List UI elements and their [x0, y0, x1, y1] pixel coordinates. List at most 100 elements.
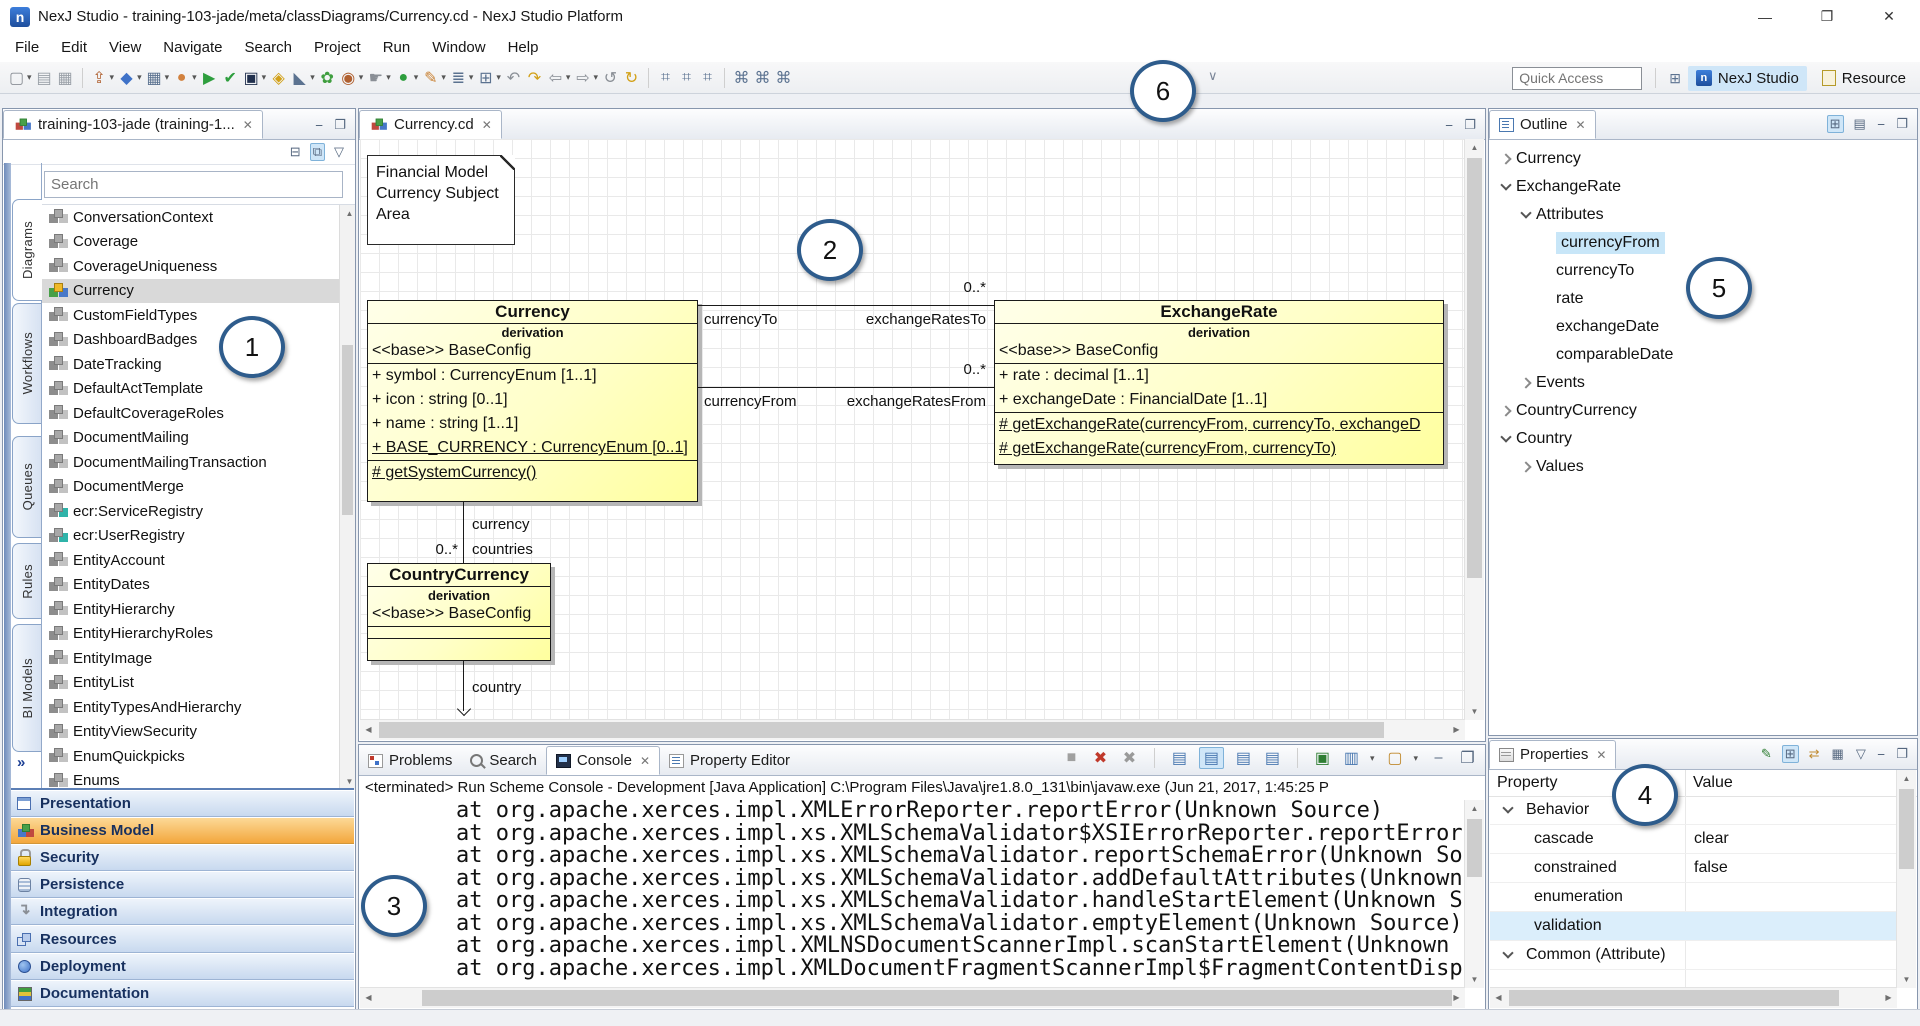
query-icon[interactable]: ● [394, 69, 413, 87]
console-tab-console[interactable]: Console✕ [546, 746, 660, 775]
editor-vertical-scrollbar[interactable]: ▲ ▼ [1464, 139, 1484, 720]
console-vertical-scrollbar[interactable]: ▲ ▼ [1464, 800, 1484, 988]
layout-c-icon[interactable]: ⌗ [698, 69, 717, 87]
scroll-left-icon[interactable]: ◀ [1490, 988, 1507, 1008]
value-column-header[interactable]: Value [1685, 774, 1733, 792]
align-b-icon[interactable]: ⌘ [753, 68, 772, 88]
console-horizontal-scrollbar[interactable]: ◀ ▶ [360, 987, 1465, 1008]
uml-attribute[interactable]: + rate : decimal [1..1] [995, 364, 1443, 388]
outline-item-attributes[interactable]: Attributes [1490, 201, 1916, 229]
wand-icon[interactable]: ◣ [290, 68, 309, 88]
package-icon[interactable]: ◉ [339, 68, 358, 88]
list-item-defaultacttemplate[interactable]: DefaultActTemplate [42, 377, 355, 402]
user-tools-dropdown-icon[interactable]: ▾ [192, 72, 197, 83]
clear-console-icon[interactable]: ▤ [1170, 748, 1189, 768]
menu-run[interactable]: Run [372, 39, 422, 56]
scroll-down-icon[interactable]: ▼ [1465, 703, 1484, 720]
close-icon[interactable]: ✕ [1576, 118, 1586, 132]
scroll-down-icon[interactable]: ▼ [1897, 971, 1916, 988]
redo-edit-icon[interactable]: ↻ [622, 68, 641, 88]
outline-tab[interactable]: Outline ✕ [1489, 110, 1596, 139]
association-line[interactable] [463, 502, 464, 563]
list-item-documentmailingtransaction[interactable]: DocumentMailingTransaction [42, 450, 355, 475]
property-row-validation[interactable]: validation [1490, 912, 1897, 941]
undo-edit-icon[interactable]: ↺ [601, 68, 620, 88]
layer-business-model[interactable]: Business Model [11, 817, 354, 844]
scroll-right-icon[interactable]: ▶ [1448, 988, 1465, 1008]
upload-model-icon[interactable]: ⇪ [90, 68, 109, 88]
console-tab-search[interactable]: Search [461, 746, 546, 775]
scroll-up-icon[interactable]: ▲ [340, 205, 355, 222]
list-item-ecr-serviceregistry[interactable]: ecr:ServiceRegistry [42, 499, 355, 524]
menu-file[interactable]: File [4, 39, 50, 56]
forward-dropdown-icon[interactable]: ▾ [593, 72, 598, 83]
list-item-entityhierarchy[interactable]: EntityHierarchy [42, 597, 355, 622]
uml-attribute[interactable]: + icon : string [0..1] [368, 388, 697, 412]
perspective-nexj-studio[interactable]: n NexJ Studio [1688, 66, 1807, 91]
list-item-entityaccount[interactable]: EntityAccount [42, 548, 355, 573]
chevron-right-icon[interactable] [1496, 407, 1516, 415]
scrollbar-thumb[interactable] [1467, 158, 1482, 578]
uml-class-currency[interactable]: Currencyderivation<<base>> BaseConfig+ s… [367, 300, 698, 502]
grab-dropdown-icon[interactable]: ▾ [386, 72, 391, 83]
query-dropdown-icon[interactable]: ▾ [414, 72, 419, 83]
list-item-entitytypesandhierarchy[interactable]: EntityTypesAndHierarchy [42, 695, 355, 720]
close-icon[interactable]: ✕ [243, 118, 253, 132]
link-with-editor-icon[interactable]: ⧉ [310, 143, 325, 161]
remove-launch-icon[interactable]: ✖ [1091, 748, 1110, 768]
menu-project[interactable]: Project [303, 39, 372, 56]
properties-vertical-scrollbar[interactable]: ▲ ▼ [1896, 770, 1916, 988]
uml-class-countrycurrency[interactable]: CountryCurrencyderivation<<base>> BaseCo… [367, 563, 551, 661]
scroll-up-icon[interactable]: ▲ [1897, 770, 1916, 787]
close-icon[interactable]: ✕ [640, 754, 650, 768]
list-item-documentmerge[interactable]: DocumentMerge [42, 475, 355, 500]
terminate-icon[interactable]: ■ [1062, 749, 1081, 767]
layer-resources[interactable]: Resources [11, 925, 354, 952]
property-row-cascade[interactable]: cascadeclear [1490, 825, 1897, 854]
steps-dropdown-icon[interactable]: ▾ [469, 72, 474, 83]
outline-item-comparabledate[interactable]: comparableDate [1490, 341, 1916, 369]
editor-horizontal-scrollbar[interactable]: ◀ ▶ [360, 719, 1465, 740]
run-icon[interactable]: ▶ [200, 68, 219, 88]
scrollbar-thumb[interactable] [422, 990, 1452, 1006]
association-line[interactable] [698, 387, 994, 388]
menu-window[interactable]: Window [421, 39, 496, 56]
list-item-coverage[interactable]: Coverage [42, 230, 355, 255]
remove-all-terminated-icon[interactable]: ✖ [1120, 748, 1139, 768]
upload-model-dropdown-icon[interactable]: ▾ [110, 72, 115, 83]
minimize-panel-icon[interactable]: ⎯ [1444, 117, 1455, 133]
properties-tab[interactable]: Properties ✕ [1489, 740, 1616, 769]
pencil-dropdown-icon[interactable]: ▾ [441, 72, 446, 83]
back-dropdown-icon[interactable]: ▾ [566, 72, 571, 83]
association-line[interactable] [698, 305, 994, 306]
list-item-conversationcontext[interactable]: ConversationContext [42, 205, 355, 230]
editor-tab-currency-cd[interactable]: Currency.cd ✕ [359, 110, 502, 139]
layer-integration[interactable]: Integration [11, 898, 354, 925]
list-item-entitydates[interactable]: EntityDates [42, 573, 355, 598]
uml-class-exchangerate[interactable]: ExchangeRatederivation<<base>> BaseConfi… [994, 300, 1444, 465]
scroll-right-icon[interactable]: ▶ [1880, 988, 1897, 1008]
validate-icon[interactable]: ✔ [221, 68, 240, 88]
outline-item-values[interactable]: Values [1490, 453, 1916, 481]
menu-view[interactable]: View [98, 39, 152, 56]
menu-navigate[interactable]: Navigate [152, 39, 233, 56]
property-row-behavior[interactable]: Behavior [1490, 796, 1897, 825]
layer-security[interactable]: Security [11, 844, 354, 871]
uml-operation[interactable]: # getSystemCurrency() [368, 461, 697, 485]
pin-console-icon[interactable]: ▣ [1313, 748, 1332, 768]
new-wizard-dropdown-icon[interactable]: ▾ [27, 72, 32, 83]
model-library-dropdown-icon[interactable]: ▾ [137, 72, 142, 83]
outline-item-exchangedate[interactable]: exchangeDate [1490, 313, 1916, 341]
open-console-dropdown-icon[interactable]: ▾ [1413, 753, 1418, 764]
rail-tab-diagrams[interactable]: Diagrams [12, 199, 42, 301]
uml-attribute[interactable]: + exchangeDate : FinancialDate [1..1] [995, 388, 1443, 412]
save-all-icon[interactable]: ▦ [56, 68, 75, 88]
maximize-panel-icon[interactable]: ❐ [332, 117, 348, 133]
rail-tab-bi-models[interactable]: BI Models [12, 624, 41, 752]
rail-tab-queues[interactable]: Queues [12, 436, 41, 538]
scroll-lock-icon[interactable]: ▤ [1199, 747, 1224, 769]
minimize-panel-icon[interactable]: ⎯ [1876, 116, 1887, 132]
layout-a-icon[interactable]: ⌗ [656, 69, 675, 87]
grab-icon[interactable]: ☛ [366, 68, 385, 88]
list-scrollbar[interactable]: ▲ ▼ [339, 205, 355, 790]
